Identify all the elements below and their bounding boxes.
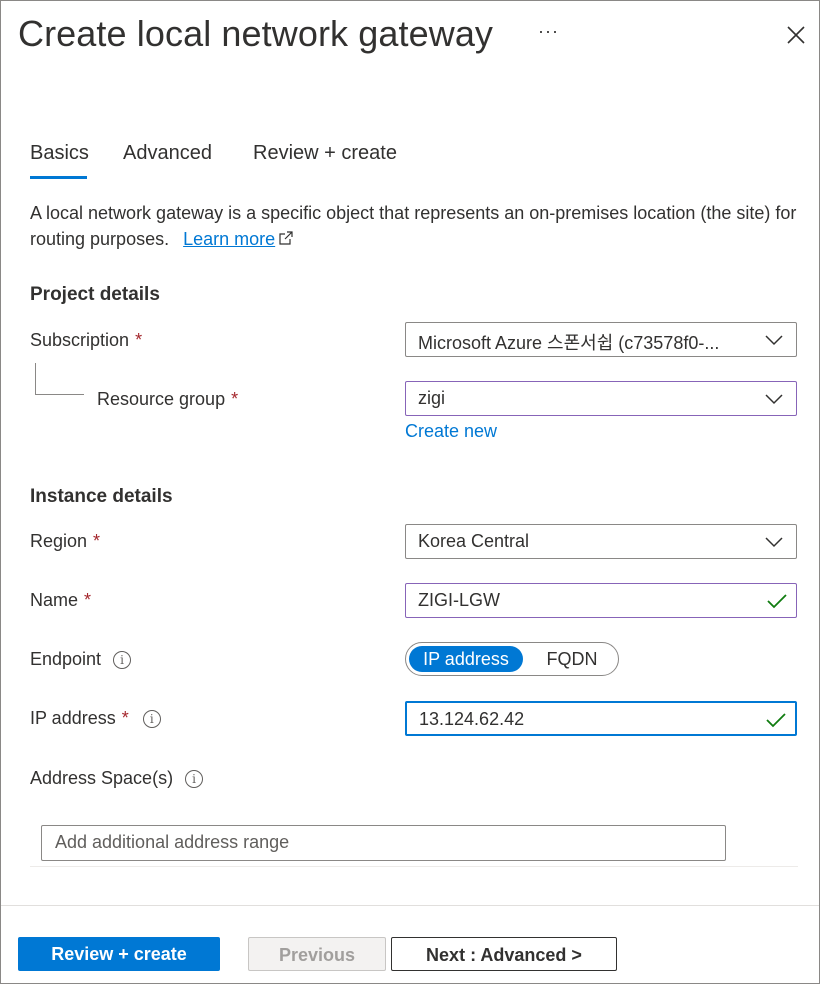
divider (30, 866, 798, 867)
ip-address-label-text: IP address (30, 708, 116, 728)
ip-address-value: 13.124.62.42 (419, 709, 525, 729)
close-icon[interactable] (784, 23, 808, 47)
endpoint-option-ip-address[interactable]: IP address (409, 646, 523, 672)
review-create-button[interactable]: Review + create (18, 937, 220, 971)
tab-basics[interactable]: Basics (30, 142, 89, 165)
region-label-text: Region (30, 531, 88, 551)
tree-connector-horizontal (35, 394, 84, 395)
endpoint-label-text: Endpoint (30, 649, 102, 669)
active-tab-indicator (30, 176, 87, 179)
chevron-down-icon (765, 335, 783, 346)
name-value: ZIGI-LGW (418, 590, 500, 610)
endpoint-option-fqdn[interactable]: FQDN (532, 646, 612, 672)
project-details-heading: Project details (30, 284, 160, 305)
learn-more-link[interactable]: Learn more (183, 229, 275, 249)
tree-connector-vertical (35, 363, 36, 394)
description-text: A local network gateway is a specific ob… (30, 203, 797, 249)
tab-review-create[interactable]: Review + create (253, 142, 397, 165)
address-space-label-text: Address Space(s) (30, 768, 174, 788)
resource-group-label: Resource group * (97, 389, 238, 410)
info-icon[interactable]: i (185, 770, 204, 788)
resource-group-value: zigi (418, 388, 446, 408)
info-icon[interactable]: i (142, 710, 161, 728)
create-gateway-panel: Create local network gateway ··· Basics … (0, 0, 820, 984)
chevron-down-icon (765, 537, 783, 548)
page-title: Create local network gateway (18, 13, 494, 54)
next-advanced-button[interactable]: Next : Advanced > (391, 937, 617, 971)
name-label-text: Name (30, 590, 79, 610)
checkmark-icon (767, 594, 787, 609)
tab-advanced[interactable]: Advanced (123, 142, 212, 165)
address-space-label: Address Space(s) i (30, 768, 204, 789)
subscription-label: Subscription * (30, 330, 142, 351)
external-link-icon (279, 231, 293, 245)
subscription-dropdown[interactable]: Microsoft Azure 스폰서쉽 (c73578f0-... (405, 322, 797, 357)
info-icon[interactable]: i (113, 651, 132, 669)
endpoint-toggle: IP address FQDN (405, 642, 619, 676)
footer-divider (1, 905, 819, 906)
description: A local network gateway is a specific ob… (30, 200, 800, 252)
name-input[interactable]: ZIGI-LGW (405, 583, 797, 618)
region-dropdown[interactable]: Korea Central (405, 524, 797, 559)
endpoint-label: Endpoint i (30, 649, 132, 670)
previous-button[interactable]: Previous (248, 937, 386, 971)
required-mark: * (231, 389, 239, 409)
required-mark: * (121, 708, 129, 728)
more-options-icon[interactable]: ··· (538, 21, 559, 42)
required-mark: * (135, 330, 143, 350)
instance-details-heading: Instance details (30, 486, 173, 507)
subscription-value: Microsoft Azure 스폰서쉽 (c73578f0-... (418, 333, 720, 353)
subscription-label-text: Subscription (30, 330, 130, 350)
checkmark-icon (766, 713, 786, 728)
required-mark: * (84, 590, 92, 610)
name-label: Name * (30, 590, 91, 611)
chevron-down-icon (765, 394, 783, 405)
region-label: Region * (30, 531, 100, 552)
address-range-placeholder: Add additional address range (55, 832, 290, 852)
region-value: Korea Central (418, 531, 530, 551)
resource-group-dropdown[interactable]: zigi (405, 381, 797, 416)
create-new-link[interactable]: Create new (405, 421, 497, 442)
resource-group-label-text: Resource group (97, 389, 226, 409)
ip-address-input[interactable]: 13.124.62.42 (405, 701, 797, 736)
ip-address-label: IP address * i (30, 708, 161, 729)
required-mark: * (93, 531, 101, 551)
address-range-input[interactable]: Add additional address range (41, 825, 726, 861)
